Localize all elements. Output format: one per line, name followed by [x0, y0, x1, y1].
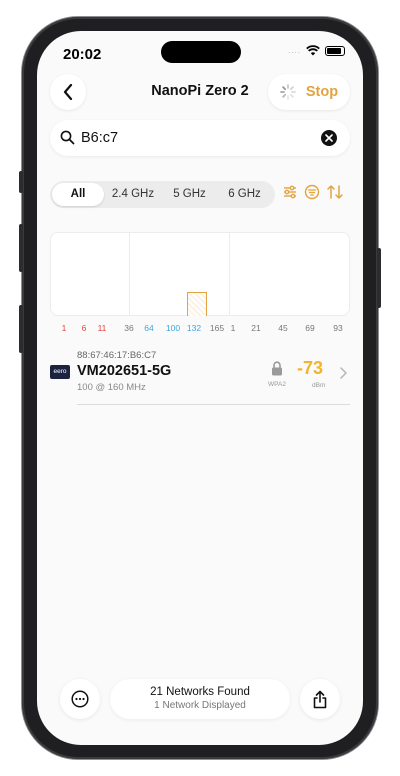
toolbar-icons	[282, 184, 344, 200]
chart-divider-24ghz-5ghz	[129, 233, 130, 315]
wifi-icon	[306, 45, 320, 56]
ellipsis-icon	[71, 690, 89, 708]
channel-chart	[50, 232, 350, 316]
channel-tick-label: 45	[278, 323, 288, 333]
channel-tick-label: 6	[81, 323, 87, 333]
channel-info: 100 @ 160 MHz	[77, 382, 146, 393]
channel-tick-label: 11	[97, 323, 107, 333]
channel-tick-label: 165	[209, 323, 225, 333]
volume-up-button	[19, 224, 23, 272]
security-type: WPA2	[268, 381, 286, 388]
chart-divider-5ghz-6ghz	[229, 233, 230, 315]
channel-tick-label: 1	[230, 323, 236, 333]
channel-tick-label: 36	[124, 323, 134, 333]
stop-scan-button[interactable]: Stop	[268, 74, 350, 110]
chevron-right-icon	[340, 367, 347, 379]
ssid: VM202651-5G	[77, 363, 172, 379]
sort-icon[interactable]	[326, 184, 344, 200]
channel-tick-label: 69	[305, 323, 315, 333]
stop-label: Stop	[305, 84, 339, 100]
battery-icon	[325, 45, 345, 56]
chevron-left-icon	[63, 84, 73, 100]
band-tab-5ghz[interactable]: 5 GHz	[162, 183, 217, 206]
network-summary: 21 Networks Found 1 Network Displayed	[110, 679, 290, 719]
network-row[interactable]: eero 88:67:46:17:B6:C7 VM202651-5G 100 @…	[50, 349, 350, 405]
channel-tick-label: 132	[186, 323, 202, 333]
lock-icon	[272, 361, 282, 376]
clear-icon	[325, 134, 333, 142]
band-tab-all[interactable]: All	[52, 183, 104, 206]
channel-tick-label: 21	[251, 323, 261, 333]
filter-icon[interactable]	[304, 184, 320, 200]
networks-displayed: 1 Network Displayed	[154, 700, 246, 711]
more-button[interactable]	[60, 679, 100, 719]
bssid: 88:67:46:17:B6:C7	[77, 350, 157, 361]
channel-tick-label: 1	[61, 323, 67, 333]
sliders-icon[interactable]	[282, 184, 298, 200]
share-icon	[313, 690, 327, 708]
signal-unit: dBm	[312, 382, 326, 389]
spinner-icon	[279, 84, 296, 100]
channel-axis: 1 6 11 36 64 100 132 165 1 21 45 69 93	[37, 323, 363, 335]
channel-tick-label: 64	[144, 323, 154, 333]
search-input[interactable]	[81, 128, 301, 148]
action-button	[19, 171, 23, 193]
band-filter: All 2.4 GHz 5 GHz 6 GHz	[50, 181, 275, 208]
search-icon	[60, 130, 75, 145]
row-divider	[77, 404, 350, 405]
share-button[interactable]	[300, 679, 340, 719]
band-tab-6ghz[interactable]: 6 GHz	[217, 183, 272, 206]
network-channel-bar	[187, 292, 207, 316]
networks-found: 21 Networks Found	[150, 686, 250, 698]
status-time: 20:02	[63, 46, 102, 63]
signal-strength: -73	[297, 358, 324, 378]
back-button[interactable]	[50, 74, 86, 110]
channel-tick-label: 93	[333, 323, 343, 333]
band-tab-2-4ghz[interactable]: 2.4 GHz	[104, 183, 162, 206]
dynamic-island	[161, 41, 241, 63]
vendor-logo: eero	[50, 365, 70, 379]
search-bar[interactable]	[50, 120, 350, 156]
power-button	[377, 248, 381, 308]
status-icons: ....	[288, 45, 345, 56]
cellular-signal: ....	[288, 46, 301, 55]
channel-tick-label: 100	[165, 323, 181, 333]
clear-search-button[interactable]	[321, 130, 337, 146]
page-title: NanoPi Zero 2	[151, 83, 249, 99]
volume-down-button	[19, 305, 23, 353]
app-screen: 20:02 .... NanoPi Zero 2 Stop B6:c7 All …	[37, 31, 363, 745]
